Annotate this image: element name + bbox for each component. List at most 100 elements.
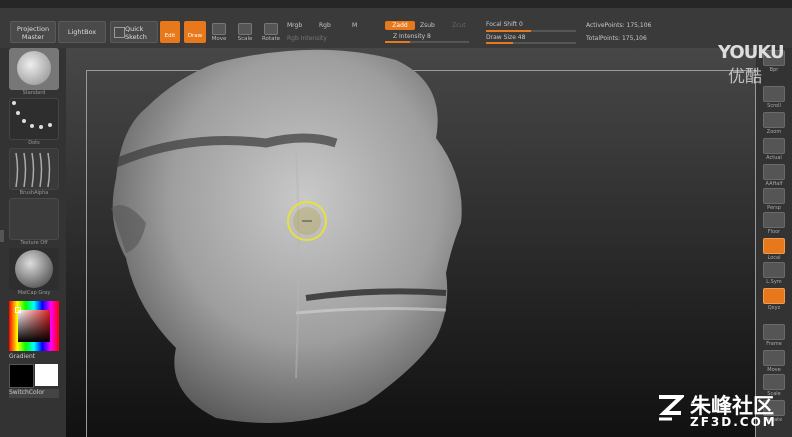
persp-icon xyxy=(763,188,785,204)
local-label: Local xyxy=(767,255,781,261)
aahalf-label: AAHalf xyxy=(765,181,783,187)
zf3d-logo-icon xyxy=(656,393,687,421)
draw-size-slider[interactable] xyxy=(486,42,576,44)
top-toolbar: Projection Master LightBox Quick Sketch … xyxy=(0,8,792,48)
zadd-button[interactable]: Zadd xyxy=(385,21,415,30)
draw-size-label: Draw Size 48 xyxy=(486,34,526,41)
alpha-selector[interactable] xyxy=(9,148,59,190)
m-button[interactable]: M xyxy=(352,22,357,29)
lsym-button[interactable]: L.Sym xyxy=(760,262,788,285)
actual-icon xyxy=(763,138,785,154)
dots-stroke-icon xyxy=(12,101,52,129)
alpha-label: BrushAlpha xyxy=(19,190,49,196)
color-picker-marker xyxy=(15,307,21,313)
lsym-label: L.Sym xyxy=(766,279,782,285)
zcut-button[interactable]: Zcut xyxy=(452,22,466,29)
stroke-label: Dots xyxy=(28,140,40,146)
qxyz-label: Qxyz xyxy=(767,305,781,311)
local-button[interactable]: Local xyxy=(760,238,788,261)
focal-shift-slider[interactable] xyxy=(486,30,576,32)
scale-button[interactable]: Scale xyxy=(234,23,256,42)
total-points-readout: TotalPoints: 175,106 xyxy=(586,35,647,42)
main-menu-bar: AlphaBrushColorDocumentDrawEditFileLayer… xyxy=(0,0,792,8)
rotate-button[interactable]: Rotate xyxy=(260,23,282,42)
move-label: Move xyxy=(767,367,781,373)
sculpt-head-model xyxy=(111,49,462,424)
rgb-button[interactable]: Rgb xyxy=(319,22,331,29)
scroll-button[interactable]: Scroll xyxy=(760,86,788,109)
edit-button[interactable]: Edit xyxy=(160,21,180,43)
move-button[interactable]: Move xyxy=(760,350,788,373)
active-points-readout: ActivePoints: 175,106 xyxy=(586,22,652,29)
brush-icon xyxy=(17,51,51,85)
brush-selector[interactable] xyxy=(9,48,59,90)
scale-label: Scale xyxy=(237,36,253,42)
move-button[interactable]: Move xyxy=(208,23,230,42)
frame-icon xyxy=(763,324,785,340)
rgb-intensity-slider[interactable]: Rgb Intensity xyxy=(287,35,327,42)
qxyz-icon xyxy=(763,288,785,304)
texture-label: Texture Off xyxy=(20,240,48,246)
stroke-selector[interactable] xyxy=(9,98,59,140)
left-shelf: Standard Dots BrushAlpha Texture Off Mat… xyxy=(0,48,66,437)
rotate-label: Rotate xyxy=(261,36,280,42)
local-icon xyxy=(763,238,785,254)
scale-icon xyxy=(763,374,785,390)
brush-alpha-icon xyxy=(15,152,51,188)
zoom-button[interactable]: Zoom xyxy=(760,112,788,135)
floor-icon xyxy=(763,212,785,228)
edit-label: Edit xyxy=(164,33,176,39)
right-shelf: Bpr Scroll Zoom Actual AAHalf Persp Floor Local… xyxy=(756,48,792,437)
z-intensity-fill xyxy=(385,41,411,43)
youku-watermark: YOUKU xyxy=(718,42,785,63)
material-label: MatCap Gray xyxy=(17,290,51,296)
persp-button[interactable]: Persp xyxy=(760,188,788,211)
frame-label: Frame xyxy=(766,341,782,347)
quick-sketch-label: Quick Sketch xyxy=(125,25,147,41)
zoom-icon xyxy=(763,112,785,128)
focal-shift-fill xyxy=(486,30,531,32)
quick-sketch-button[interactable]: Quick Sketch xyxy=(110,21,158,43)
draw-button[interactable]: Draw xyxy=(184,21,206,43)
move-icon xyxy=(212,23,226,35)
zsub-button[interactable]: Zsub xyxy=(420,22,435,29)
projection-master-button[interactable]: Projection Master xyxy=(10,21,56,43)
bpr-label: Bpr xyxy=(769,67,779,73)
qxyz-button[interactable]: Qxyz xyxy=(760,288,788,311)
mrgb-button[interactable]: Mrgb xyxy=(287,22,302,29)
site-url-watermark: ZF3D.COM xyxy=(690,415,777,429)
color-picker[interactable] xyxy=(9,301,59,351)
document-canvas[interactable] xyxy=(66,48,756,437)
frame-button[interactable]: Frame xyxy=(760,324,788,347)
texture-selector[interactable] xyxy=(9,198,59,240)
focal-shift-label: Focal Shift 0 xyxy=(486,21,523,28)
z-intensity-slider[interactable] xyxy=(385,41,469,43)
switch-color-button[interactable]: SwitchColor xyxy=(9,389,59,398)
actual-button[interactable]: Actual xyxy=(760,138,788,161)
left-tray-handle[interactable] xyxy=(0,230,4,242)
draw-size-fill xyxy=(486,42,513,44)
secondary-color-swatch[interactable] xyxy=(35,364,58,386)
draw-label: Draw xyxy=(187,33,203,39)
floor-button[interactable]: Floor xyxy=(760,212,788,235)
floor-label: Floor xyxy=(767,229,781,235)
quick-sketch-icon xyxy=(114,27,125,38)
lightbox-button[interactable]: LightBox xyxy=(58,21,106,43)
aahalf-button[interactable]: AAHalf xyxy=(760,164,788,187)
primary-color-swatch[interactable] xyxy=(9,364,34,388)
aahalf-icon xyxy=(763,164,785,180)
material-selector[interactable] xyxy=(9,248,59,290)
move-label: Move xyxy=(211,36,227,42)
z-intensity-label: Z Intensity 8 xyxy=(393,33,431,40)
youku-cn-watermark: 优酷 xyxy=(728,67,762,87)
persp-label: Persp xyxy=(767,205,781,211)
zoom-label: Zoom xyxy=(766,129,782,135)
rotate-icon xyxy=(264,23,278,35)
scroll-label: Scroll xyxy=(767,103,781,109)
gradient-label: Gradient xyxy=(9,353,36,360)
brush-label: Standard xyxy=(22,90,46,96)
color-picker-square[interactable] xyxy=(18,310,50,342)
actual-label: Actual xyxy=(766,155,782,161)
lsym-icon xyxy=(763,262,785,278)
matcap-sphere-icon xyxy=(15,250,53,288)
